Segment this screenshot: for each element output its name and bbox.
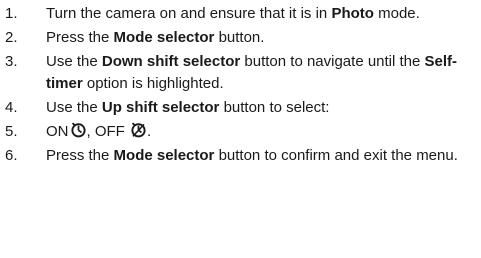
step-3: 3. Use the Down shift selector button to… <box>0 51 481 95</box>
step-number: 1. <box>5 5 18 22</box>
step-4: 4. Use the Up shift selector button to s… <box>0 97 481 119</box>
step-text: Press the Mode selector button. <box>46 29 265 46</box>
step-number: 2. <box>5 29 18 46</box>
step-text: Use the Up shift selector button to sele… <box>46 99 330 116</box>
off-label: OFF <box>94 123 125 140</box>
step-text: Turn the camera on and ensure that it is… <box>46 5 420 22</box>
step-text: Use the Down shift selector button to na… <box>46 53 458 92</box>
emphasis-mode-selector: Mode selector <box>113 29 215 46</box>
emphasis-mode-selector: Mode selector <box>113 147 215 164</box>
on-label: ON <box>46 123 69 140</box>
emphasis-photo: Photo <box>331 5 374 22</box>
self-timer-off-icon <box>130 121 147 138</box>
step-text: ON , OFF . <box>46 121 152 140</box>
step-text: Press the Mode selector button to confir… <box>46 147 458 164</box>
self-timer-on-icon <box>70 121 87 138</box>
instruction-list: 1. Turn the camera on and ensure that it… <box>0 3 481 167</box>
emphasis-down-shift-selector: Down shift selector <box>101 53 241 70</box>
step-number: 4. <box>5 99 18 116</box>
step-2: 2. Press the Mode selector button. <box>0 27 481 49</box>
step-1: 1. Turn the camera on and ensure that it… <box>0 3 481 25</box>
step-5: 5. ON , OFF . <box>0 121 481 143</box>
step-number: 3. <box>5 53 18 70</box>
step-6: 6. Press the Mode selector button to con… <box>0 145 481 167</box>
step-number: 6. <box>5 147 18 164</box>
step-number: 5. <box>5 123 18 140</box>
emphasis-up-shift-selector: Up shift selector <box>101 99 220 116</box>
